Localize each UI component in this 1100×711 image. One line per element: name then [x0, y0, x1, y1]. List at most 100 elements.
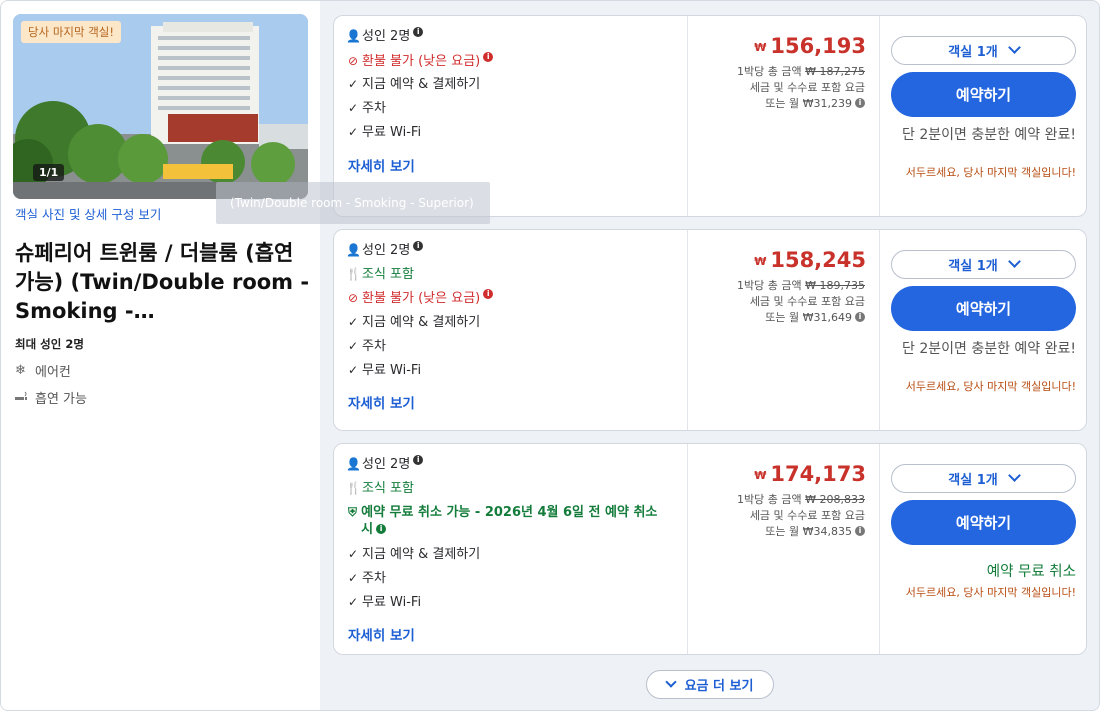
price-value: 156,193 [770, 34, 866, 58]
occupancy-label: 성인 2명 [362, 243, 411, 258]
free-cancel-text: 예약 무료 취소 [986, 564, 1076, 580]
rate-card-3: 👤 성인 2명 i 🍴 조식 포함 ⛨ 예약 무료 취소 가능 - 2026년 4월 6… [333, 443, 1087, 655]
chevron-down-icon [1007, 469, 1021, 482]
feature-item: ✓ 주차 [346, 570, 386, 587]
price-breakdown: 1박당 총 금액 ₩ 189,735 세금 및 수수료 포함 요금 또는 월 ₩… [737, 278, 865, 326]
feature-label: 무료 Wi-Fi [362, 363, 422, 378]
chevron-down-icon [1007, 255, 1021, 268]
currency-symbol: ₩ [754, 255, 767, 268]
total-label: 1박당 총 금액 [737, 65, 802, 78]
feature-label: 주차 [362, 571, 386, 586]
more-rates-label: 요금 더 보기 [684, 679, 754, 694]
monthly-price: 또는 월 ₩31,649 [765, 311, 852, 324]
check-icon: ✓ [347, 315, 359, 329]
column-divider [879, 444, 880, 654]
info-icon[interactable]: i [855, 98, 865, 108]
info-icon[interactable]: i [376, 523, 387, 534]
feature-label: 무료 Wi-Fi [362, 595, 422, 610]
snowflake-icon: ❄ [15, 363, 26, 378]
urgency-text: 단 2분이면 충분한 예약 완료! [902, 341, 1076, 357]
room-offer-panel: 당사 마지막 객실! 1/1 (Twin/Double room - Smoki… [0, 0, 1100, 711]
column-divider [879, 16, 880, 216]
utensils-icon: 🍴 [346, 267, 361, 281]
feature-label: 지금 예약 & 결제하기 [362, 547, 481, 562]
policy-free-cancel: ⛨ 예약 무료 취소 가능 - 2026년 4월 6일 전 예약 취소 시i [346, 504, 666, 538]
occupancy: 👤 성인 2명 i [346, 241, 424, 259]
price: ₩156,193 [754, 34, 866, 58]
breakfast-included: 🍴 조식 포함 [346, 266, 414, 283]
feature-label: 무료 Wi-Fi [362, 125, 422, 140]
info-icon[interactable]: i [483, 289, 494, 299]
details-link[interactable]: 자세히 보기 [348, 392, 415, 412]
tax-note: 세금 및 수수료 포함 요금 [749, 81, 865, 94]
info-icon[interactable]: i [855, 526, 865, 536]
chevron-down-icon [664, 675, 677, 688]
room-count-label: 객실 1개 [948, 259, 998, 274]
tooltip-text: (Twin/Double room - Smoking - Superior) [230, 196, 474, 210]
book-button[interactable]: 예약하기 [891, 500, 1076, 545]
utensils-icon: 🍴 [346, 481, 361, 495]
policy-text: 예약 무료 취소 가능 - 2026년 4월 6일 전 예약 취소 시 [361, 505, 658, 537]
details-link[interactable]: 자세히 보기 [348, 155, 415, 175]
tax-note: 세금 및 수수료 포함 요금 [749, 295, 865, 308]
column-divider [687, 444, 688, 654]
feature-item: ✓ 무료 Wi-Fi [346, 362, 421, 379]
feature-label: 지금 예약 & 결제하기 [362, 77, 481, 92]
feature-label: 주차 [362, 339, 386, 354]
room-photo[interactable]: 당사 마지막 객실! 1/1 [13, 14, 308, 199]
feature-item: ✓ 지금 예약 & 결제하기 [346, 314, 480, 331]
details-link[interactable]: 자세히 보기 [348, 624, 415, 644]
check-icon: ✓ [347, 77, 359, 91]
smoking-icon [15, 390, 31, 405]
feature-item: ✓ 주차 [346, 338, 386, 355]
amenity-aircon: ❄ 에어컨 [15, 361, 71, 380]
room-count-select[interactable]: 객실 1개 [891, 36, 1076, 65]
photo-tooltip: (Twin/Double room - Smoking - Superior) [216, 182, 490, 224]
price: ₩174,173 [754, 462, 866, 486]
breakfast-label: 조식 포함 [362, 481, 414, 496]
breakfast-label: 조식 포함 [362, 267, 414, 282]
info-icon[interactable]: i [483, 52, 494, 62]
price-breakdown: 1박당 총 금액 ₩ 187,275 세금 및 수수료 포함 요금 또는 월 ₩… [737, 64, 865, 112]
no-refund-icon: ⊘ [347, 54, 359, 68]
chevron-down-icon [1007, 41, 1021, 54]
room-count-select[interactable]: 객실 1개 [891, 464, 1076, 493]
currency-symbol: ₩ [754, 469, 767, 482]
person-icon: 👤 [346, 457, 361, 471]
info-icon[interactable]: i [413, 455, 424, 465]
occupancy: 👤 성인 2명 i [346, 27, 424, 45]
original-price: ₩ 189,735 [805, 279, 865, 292]
feature-label: 지금 예약 & 결제하기 [362, 315, 481, 330]
last-room-badge: 당사 마지막 객실! [21, 21, 121, 43]
room-count-select[interactable]: 객실 1개 [891, 250, 1076, 279]
column-divider [879, 230, 880, 430]
price-value: 174,173 [770, 462, 866, 486]
amenity-label: 에어컨 [35, 365, 71, 380]
total-label: 1박당 총 금액 [737, 279, 802, 292]
occupancy-label: 성인 2명 [362, 29, 411, 44]
column-divider [687, 16, 688, 216]
info-icon[interactable]: i [413, 241, 424, 251]
feature-item: ✓ 지금 예약 & 결제하기 [346, 76, 480, 93]
column-divider [687, 230, 688, 430]
price: ₩158,245 [754, 248, 866, 272]
breakfast-included: 🍴 조식 포함 [346, 480, 414, 497]
monthly-price: 또는 월 ₩34,835 [765, 525, 852, 538]
urgency-subtext: 서두르세요, 당사 마지막 객실입니다! [905, 586, 1076, 599]
book-button[interactable]: 예약하기 [891, 286, 1076, 331]
check-icon: ✓ [347, 363, 359, 377]
occupancy-label: 성인 2명 [362, 457, 411, 472]
urgency-text: 단 2분이면 충분한 예약 완료! [902, 127, 1076, 143]
rate-card-2: 👤 성인 2명 i 🍴 조식 포함 ⊘ 환불 불가 (낮은 요금) i ✓ 지금 예약 & … [333, 229, 1087, 431]
check-icon: ✓ [347, 101, 359, 115]
currency-symbol: ₩ [754, 41, 767, 54]
monthly-price: 또는 월 ₩31,239 [765, 97, 852, 110]
info-icon[interactable]: i [413, 27, 424, 37]
feature-item: ✓ 주차 [346, 100, 386, 117]
policy-nonrefundable: ⊘ 환불 불가 (낮은 요금) i [346, 52, 494, 70]
book-button[interactable]: 예약하기 [891, 72, 1076, 117]
total-label: 1박당 총 금액 [737, 493, 802, 506]
info-icon[interactable]: i [855, 312, 865, 322]
more-rates-button[interactable]: 요금 더 보기 [646, 670, 774, 699]
feature-item: ✓ 무료 Wi-Fi [346, 124, 421, 141]
